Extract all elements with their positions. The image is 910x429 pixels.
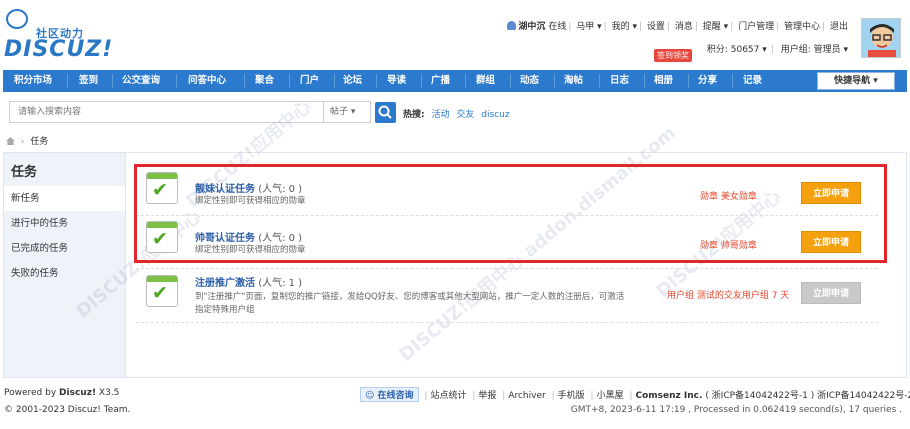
sidebar-item-in-progress[interactable]: 进行中的任务 xyxy=(4,211,125,236)
task-reward: 用户组 测试的交友用户组 7 天 xyxy=(667,291,790,301)
nav-item-guide[interactable]: 导读 xyxy=(387,70,406,92)
topbar-link-portal-admin[interactable]: 门户管理 xyxy=(738,22,774,32)
nav-item-qa[interactable]: 问答中心 xyxy=(188,70,226,92)
task-name[interactable]: 注册推广激活 xyxy=(195,278,255,289)
footer-product[interactable]: Discuz! xyxy=(59,388,96,398)
footer-links: ☺ 在线咨询 | 站点统计 | 举报 | Archiver | 手机版 | 小黑屋 | Co… xyxy=(360,387,910,402)
nav-item-feed[interactable]: 动态 xyxy=(520,70,539,92)
nav-item-bus[interactable]: 公交查询 xyxy=(122,70,160,92)
task-item: ✔ 注册推广激活 (人气: 1 ) 到"注册推广"页面，复制您的推广链接，发给Q… xyxy=(136,265,878,323)
search-type-select[interactable]: 帖子 ▾ xyxy=(323,102,370,122)
nav-item-forum[interactable]: 论坛 xyxy=(343,70,362,92)
apply-button-disabled: 立即申请 xyxy=(801,282,861,304)
nav-item-groups[interactable]: 群组 xyxy=(476,70,495,92)
search-button[interactable] xyxy=(375,102,396,123)
topbar-link-majia[interactable]: 马甲 xyxy=(576,22,594,32)
topbar-link-admin-center[interactable]: 管理中心 xyxy=(784,22,820,32)
task-sidebar: 任务 新任务 进行中的任务 已完成的任务 失败的任务 xyxy=(3,152,126,378)
nav-item-broadcast[interactable]: 广播 xyxy=(431,70,450,92)
hot-search-label: 热搜: xyxy=(403,110,425,120)
sidebar-item-new-tasks[interactable]: 新任务 xyxy=(4,186,125,211)
footer-powered: Powered by Discuz! X3.5 xyxy=(4,388,120,398)
topbar-link-settings[interactable]: 设置 xyxy=(647,22,665,32)
online-consult-button[interactable]: ☺ 在线咨询 xyxy=(360,387,419,402)
nav-item-album[interactable]: 相册 xyxy=(654,70,673,92)
topbar-link-mine[interactable]: 我的 xyxy=(612,22,630,32)
nav-item-checkin[interactable]: 签到 xyxy=(79,70,98,92)
footer-stats: GMT+8, 2023-6-11 17:19 , Processed in 0.… xyxy=(570,405,902,415)
main-nav: 积分市场 签到 公交查询 问答中心 聚合 门户 论坛 导读 广播 群组 动态 淘… xyxy=(3,70,907,92)
topbar-link-reminders[interactable]: 提醒 xyxy=(703,22,721,32)
user-topbar: 湖中沉 在线 | 马甲 ▾ | 我的 ▾ | 设置 | 消息 | 提醒 ▾ | 门户管理 | … xyxy=(507,19,848,32)
task-check-icon: ✔ xyxy=(146,275,178,307)
task-description: 到"注册推广"页面，复制您的推广链接，发给QQ好友、您的博客或其他大型网站，推广… xyxy=(195,292,625,302)
search-box: 帖子 ▾ xyxy=(9,101,371,123)
footer-copyright: © 2001-2023 Discuz! Team. xyxy=(4,405,131,415)
footer-link-stats[interactable]: 站点统计 xyxy=(430,391,466,401)
nav-item-portal[interactable]: 门户 xyxy=(300,70,319,92)
logo-en-text: DISCUZ! xyxy=(4,37,114,62)
breadcrumb-current: 任务 xyxy=(30,137,49,147)
username-link[interactable]: 湖中沉 xyxy=(518,22,545,32)
sidebar-title: 任务 xyxy=(11,165,38,180)
nav-item-blog[interactable]: 日志 xyxy=(610,70,629,92)
hot-tag-discuz[interactable]: discuz xyxy=(481,110,509,120)
points-link[interactable]: 积分: 50657 xyxy=(707,45,760,55)
quick-nav-button[interactable]: 快捷导航 ▾ xyxy=(817,72,895,90)
footer-link-archiver[interactable]: Archiver xyxy=(508,391,545,401)
usergroup-link[interactable]: 用户组: 管理员 xyxy=(781,45,841,55)
nav-item-share[interactable]: 分享 xyxy=(698,70,717,92)
task-description-line2: 指定特殊用户组 xyxy=(195,305,255,315)
highlight-box xyxy=(134,164,887,263)
footer-icp1[interactable]: ( 浙ICP备14042422号-1 ) xyxy=(705,391,814,401)
nav-item-aggregate[interactable]: 聚合 xyxy=(255,70,274,92)
nav-item-collection[interactable]: 淘帖 xyxy=(564,70,583,92)
sidebar-item-completed[interactable]: 已完成的任务 xyxy=(4,236,125,261)
sidebar-item-failed[interactable]: 失败的任务 xyxy=(4,261,125,286)
avatar[interactable] xyxy=(861,18,901,58)
user-icon xyxy=(507,21,517,30)
search-icon xyxy=(378,105,392,119)
footer-company[interactable]: Comsenz Inc. xyxy=(636,391,703,401)
footer-link-report[interactable]: 举报 xyxy=(478,391,496,401)
site-logo[interactable]: 社区动力 DISCUZ! xyxy=(4,9,134,62)
breadcrumb: › 任务 xyxy=(6,134,48,147)
hot-tag-activity[interactable]: 活动 xyxy=(431,110,449,120)
header: 社区动力 DISCUZ! 湖中沉 在线 | 马甲 ▾ | 我的 ▾ | 设置 | 消息 |… xyxy=(0,0,910,68)
signin-badge[interactable]: 签到领奖 xyxy=(654,49,692,62)
task-popularity: (人气: 1 ) xyxy=(258,278,303,289)
user-stats: 积分: 50657 ▾ | 用户组: 管理员 ▾ xyxy=(706,45,848,55)
logo-bubble-icon xyxy=(6,9,28,29)
nav-item-points-market[interactable]: 积分市场 xyxy=(14,70,52,92)
footer-icp2[interactable]: 浙ICP备14042422号-2 )1 xyxy=(817,391,910,401)
home-icon[interactable] xyxy=(6,137,15,145)
nav-item-records[interactable]: 记录 xyxy=(743,70,762,92)
hot-search: 热搜: 活动 交友 discuz xyxy=(403,107,510,120)
footer-link-mobile[interactable]: 手机版 xyxy=(558,391,585,401)
online-status: 在线 xyxy=(548,22,567,32)
search-input[interactable] xyxy=(10,102,323,122)
topbar-link-logout[interactable]: 退出 xyxy=(830,22,848,32)
topbar-link-messages[interactable]: 消息 xyxy=(675,22,693,32)
hot-tag-dating[interactable]: 交友 xyxy=(456,110,474,120)
footer-link-blackroom[interactable]: 小黑屋 xyxy=(597,391,624,401)
